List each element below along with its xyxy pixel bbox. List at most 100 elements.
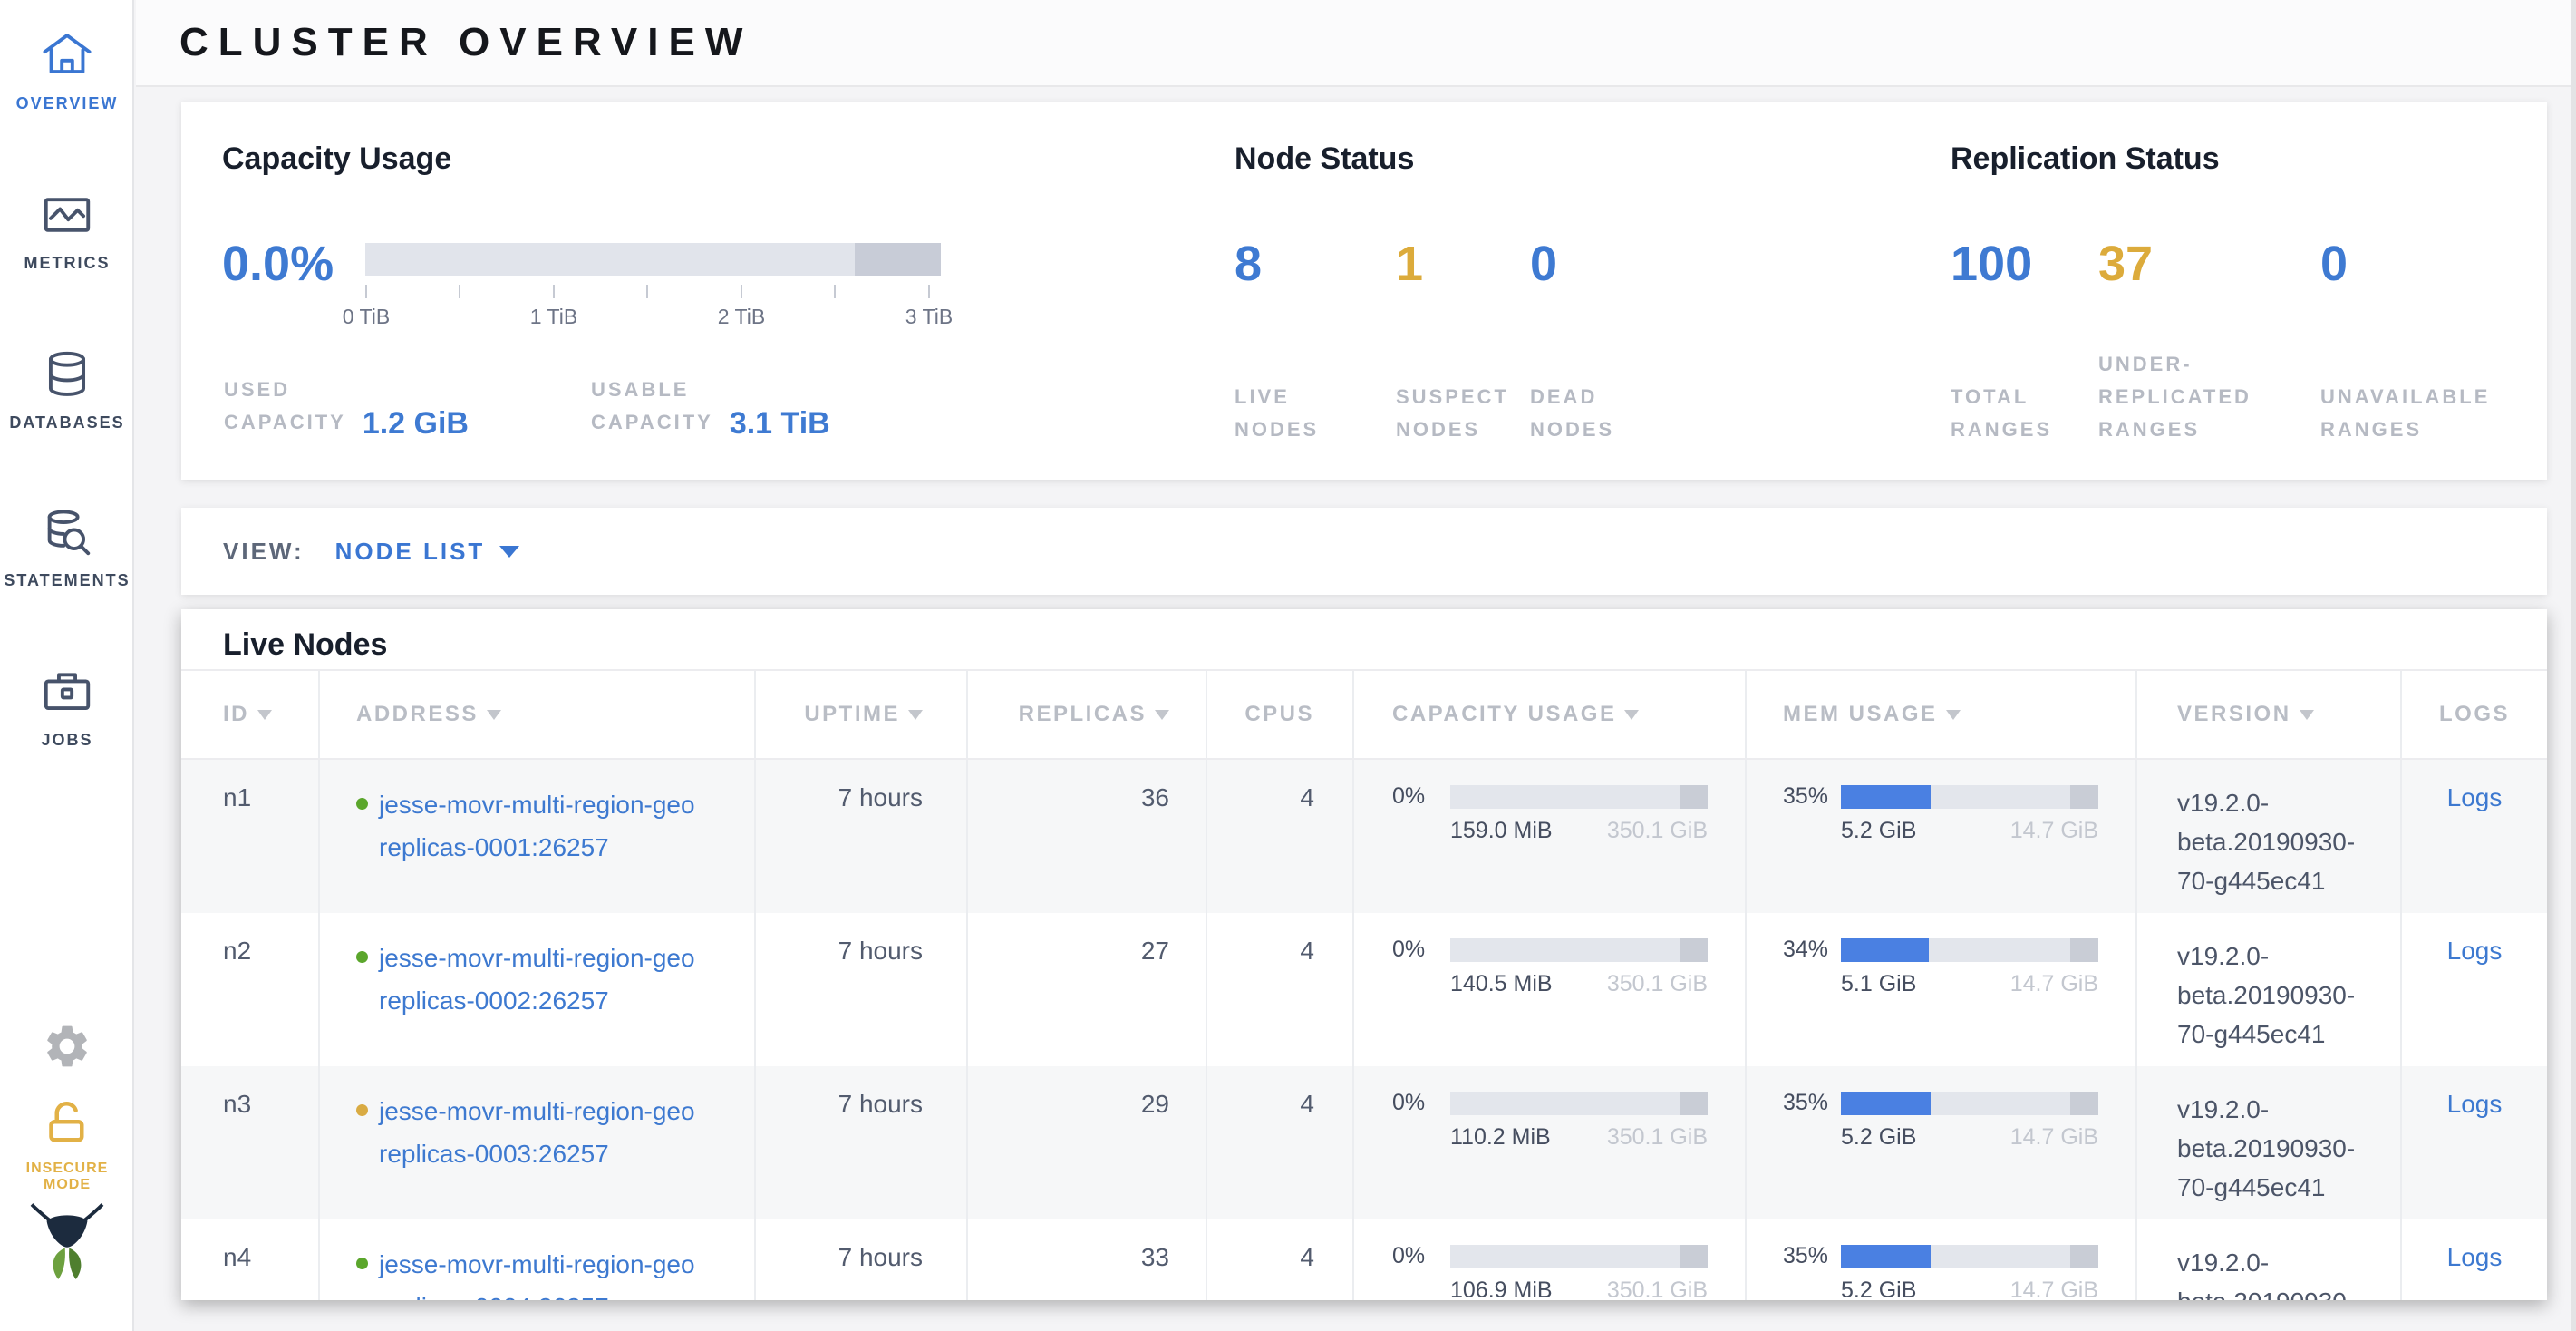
- sidebar-item-label: OVERVIEW: [0, 94, 134, 113]
- sidebar-item-statements[interactable]: STATEMENTS: [0, 504, 134, 590]
- node-cpus: 4: [1300, 1090, 1314, 1118]
- view-selector-bar: VIEW: NODE LIST: [181, 508, 2547, 595]
- sort-icon: [1155, 710, 1169, 720]
- usable-capacity-stat: USABLE CAPACITY 3.1 TiB: [591, 374, 830, 439]
- sidebar-item-databases[interactable]: DATABASES: [0, 346, 134, 432]
- capacity-usage-section: Capacity Usage 0.0% 0 TiB 1 TiB 2 TiB 3 …: [222, 102, 1228, 480]
- node-id: n3: [223, 1090, 251, 1118]
- mem-usage-meter: 35%: [1783, 1243, 2135, 1269]
- node-uptime: 7 hours: [838, 937, 923, 965]
- node-uptime: 7 hours: [838, 1090, 923, 1118]
- node-cpus: 4: [1300, 937, 1314, 965]
- unavailable-ranges-stat: 0 UNAVAILABLE RANGES: [2320, 239, 2511, 446]
- node-replicas: 29: [1141, 1090, 1169, 1118]
- view-dropdown-value: NODE LIST: [335, 538, 486, 566]
- statements-icon: [0, 504, 134, 564]
- capacity-axis-tick: 2 TiB: [718, 305, 765, 329]
- node-address-link[interactable]: jesse-movr-multi-region-georeplicas-0002…: [379, 937, 695, 1022]
- live-nodes-table: ID ADDRESS UPTIME REPLICAS CPUS CAPACITY…: [181, 669, 2547, 1300]
- node-status-dot: [356, 1258, 368, 1269]
- node-address-link[interactable]: jesse-movr-multi-region-georeplicas-0001…: [379, 783, 695, 869]
- node-replicas: 36: [1141, 783, 1169, 811]
- sidebar-item-label: STATEMENTS: [0, 571, 134, 590]
- cockroach-logo[interactable]: [0, 1195, 134, 1255]
- sidebar-item-jobs[interactable]: JOBS: [0, 664, 134, 750]
- capacity-axis-tick: 0 TiB: [343, 305, 390, 329]
- column-header-version[interactable]: VERSION: [2137, 671, 2402, 758]
- chevron-down-icon: [499, 546, 519, 558]
- node-replicas: 33: [1141, 1243, 1169, 1271]
- gear-icon: [0, 1021, 134, 1081]
- capacity-usage-meter: 0%: [1392, 783, 1745, 810]
- dead-nodes-stat: 0 DEAD NODES: [1530, 239, 1684, 446]
- page-title: CLUSTER OVERVIEW: [179, 20, 752, 65]
- replication-status-section: Replication Status 100 TOTAL RANGES 37 U…: [1951, 102, 2540, 480]
- view-dropdown[interactable]: NODE LIST: [335, 538, 520, 566]
- table-row: n1 jesse-movr-multi-region-georeplicas-0…: [181, 760, 2547, 913]
- node-uptime: 7 hours: [838, 783, 923, 811]
- scrollbar-track[interactable]: [2571, 0, 2576, 1331]
- sort-icon: [487, 710, 501, 720]
- column-header-mem-usage[interactable]: MEM USAGE: [1747, 671, 2137, 758]
- sidebar-item-overview[interactable]: OVERVIEW: [0, 27, 134, 113]
- capacity-usage-meter: 0%: [1392, 1243, 1745, 1269]
- view-label: VIEW:: [223, 538, 305, 566]
- column-header-id[interactable]: ID: [181, 671, 320, 758]
- column-header-address[interactable]: ADDRESS: [320, 671, 756, 758]
- home-icon: [0, 27, 134, 87]
- column-header-capacity-usage[interactable]: CAPACITY USAGE: [1354, 671, 1747, 758]
- settings-gear[interactable]: [0, 1021, 134, 1081]
- usable-capacity-value: 3.1 TiB: [730, 406, 830, 442]
- node-address-link[interactable]: jesse-movr-multi-region-georeplicas-0004…: [379, 1243, 695, 1300]
- node-cpus: 4: [1300, 1243, 1314, 1271]
- column-header-replicas[interactable]: REPLICAS: [968, 671, 1207, 758]
- sidebar-item-label: JOBS: [0, 731, 134, 750]
- total-ranges-stat: 100 TOTAL RANGES: [1951, 239, 2098, 446]
- table-row: n2 jesse-movr-multi-region-georeplicas-0…: [181, 913, 2547, 1066]
- capacity-axis-tick: 3 TiB: [905, 305, 953, 329]
- live-nodes-card: Live Nodes ID ADDRESS UPTIME REPLICAS CP…: [181, 609, 2547, 1300]
- logs-link[interactable]: Logs: [2447, 1090, 2503, 1118]
- capacity-bar: 0 TiB 1 TiB 2 TiB 3 TiB: [365, 243, 941, 276]
- logs-link[interactable]: Logs: [2447, 937, 2503, 965]
- cluster-summary-card: Capacity Usage 0.0% 0 TiB 1 TiB 2 TiB 3 …: [181, 102, 2547, 480]
- capacity-axis-tick: 1 TiB: [530, 305, 577, 329]
- table-body: n1 jesse-movr-multi-region-georeplicas-0…: [181, 760, 2547, 1300]
- jobs-icon: [0, 664, 134, 724]
- under-replicated-ranges-stat: 37 UNDER- REPLICATED RANGES: [2098, 239, 2320, 446]
- replication-status-title: Replication Status: [1951, 141, 2220, 177]
- table-row: n4 jesse-movr-multi-region-georeplicas-0…: [181, 1219, 2547, 1300]
- sort-icon: [2300, 710, 2314, 720]
- table-header-row: ID ADDRESS UPTIME REPLICAS CPUS CAPACITY…: [181, 669, 2547, 760]
- node-version: v19.2.0-beta.20190930-70-g445ec41: [2177, 783, 2369, 900]
- capacity-usage-meter: 0%: [1392, 1090, 1745, 1116]
- table-row: n3 jesse-movr-multi-region-georeplicas-0…: [181, 1066, 2547, 1219]
- node-address-link[interactable]: jesse-movr-multi-region-georeplicas-0003…: [379, 1090, 695, 1175]
- column-header-uptime[interactable]: UPTIME: [756, 671, 968, 758]
- sort-icon: [1946, 710, 1961, 720]
- cluster-overview-page: OVERVIEW METRICS DATABASES: [0, 0, 2576, 1331]
- node-version: v19.2.0-beta.20190930-70-g445ec41: [2177, 1243, 2369, 1300]
- insecure-mode-label: INSECURE MODE: [0, 1161, 134, 1193]
- open-lock-icon: [0, 1093, 134, 1153]
- live-nodes-title: Live Nodes: [181, 609, 2547, 669]
- sidebar-item-metrics[interactable]: METRICS: [0, 187, 134, 273]
- node-version: v19.2.0-beta.20190930-70-g445ec41: [2177, 1090, 2369, 1207]
- node-uptime: 7 hours: [838, 1243, 923, 1271]
- capacity-usage-meter: 0%: [1392, 937, 1745, 963]
- sidebar-item-label: METRICS: [0, 254, 134, 273]
- node-status-dot: [356, 798, 368, 810]
- mem-usage-meter: 34%: [1783, 937, 2135, 963]
- sort-icon: [257, 710, 272, 720]
- node-id: n2: [223, 937, 251, 965]
- logs-link[interactable]: Logs: [2447, 783, 2503, 811]
- node-status-title: Node Status: [1235, 141, 1414, 177]
- logs-link[interactable]: Logs: [2447, 1243, 2503, 1271]
- node-version: v19.2.0-beta.20190930-70-g445ec41: [2177, 937, 2369, 1054]
- used-capacity-stat: USED CAPACITY 1.2 GiB: [224, 374, 591, 439]
- sidebar-item-label: DATABASES: [0, 413, 134, 432]
- sort-icon: [908, 710, 923, 720]
- column-header-cpus: CPUS: [1207, 671, 1354, 758]
- node-cpus: 4: [1300, 783, 1314, 811]
- capacity-bar-reserved-segment: [855, 243, 941, 276]
